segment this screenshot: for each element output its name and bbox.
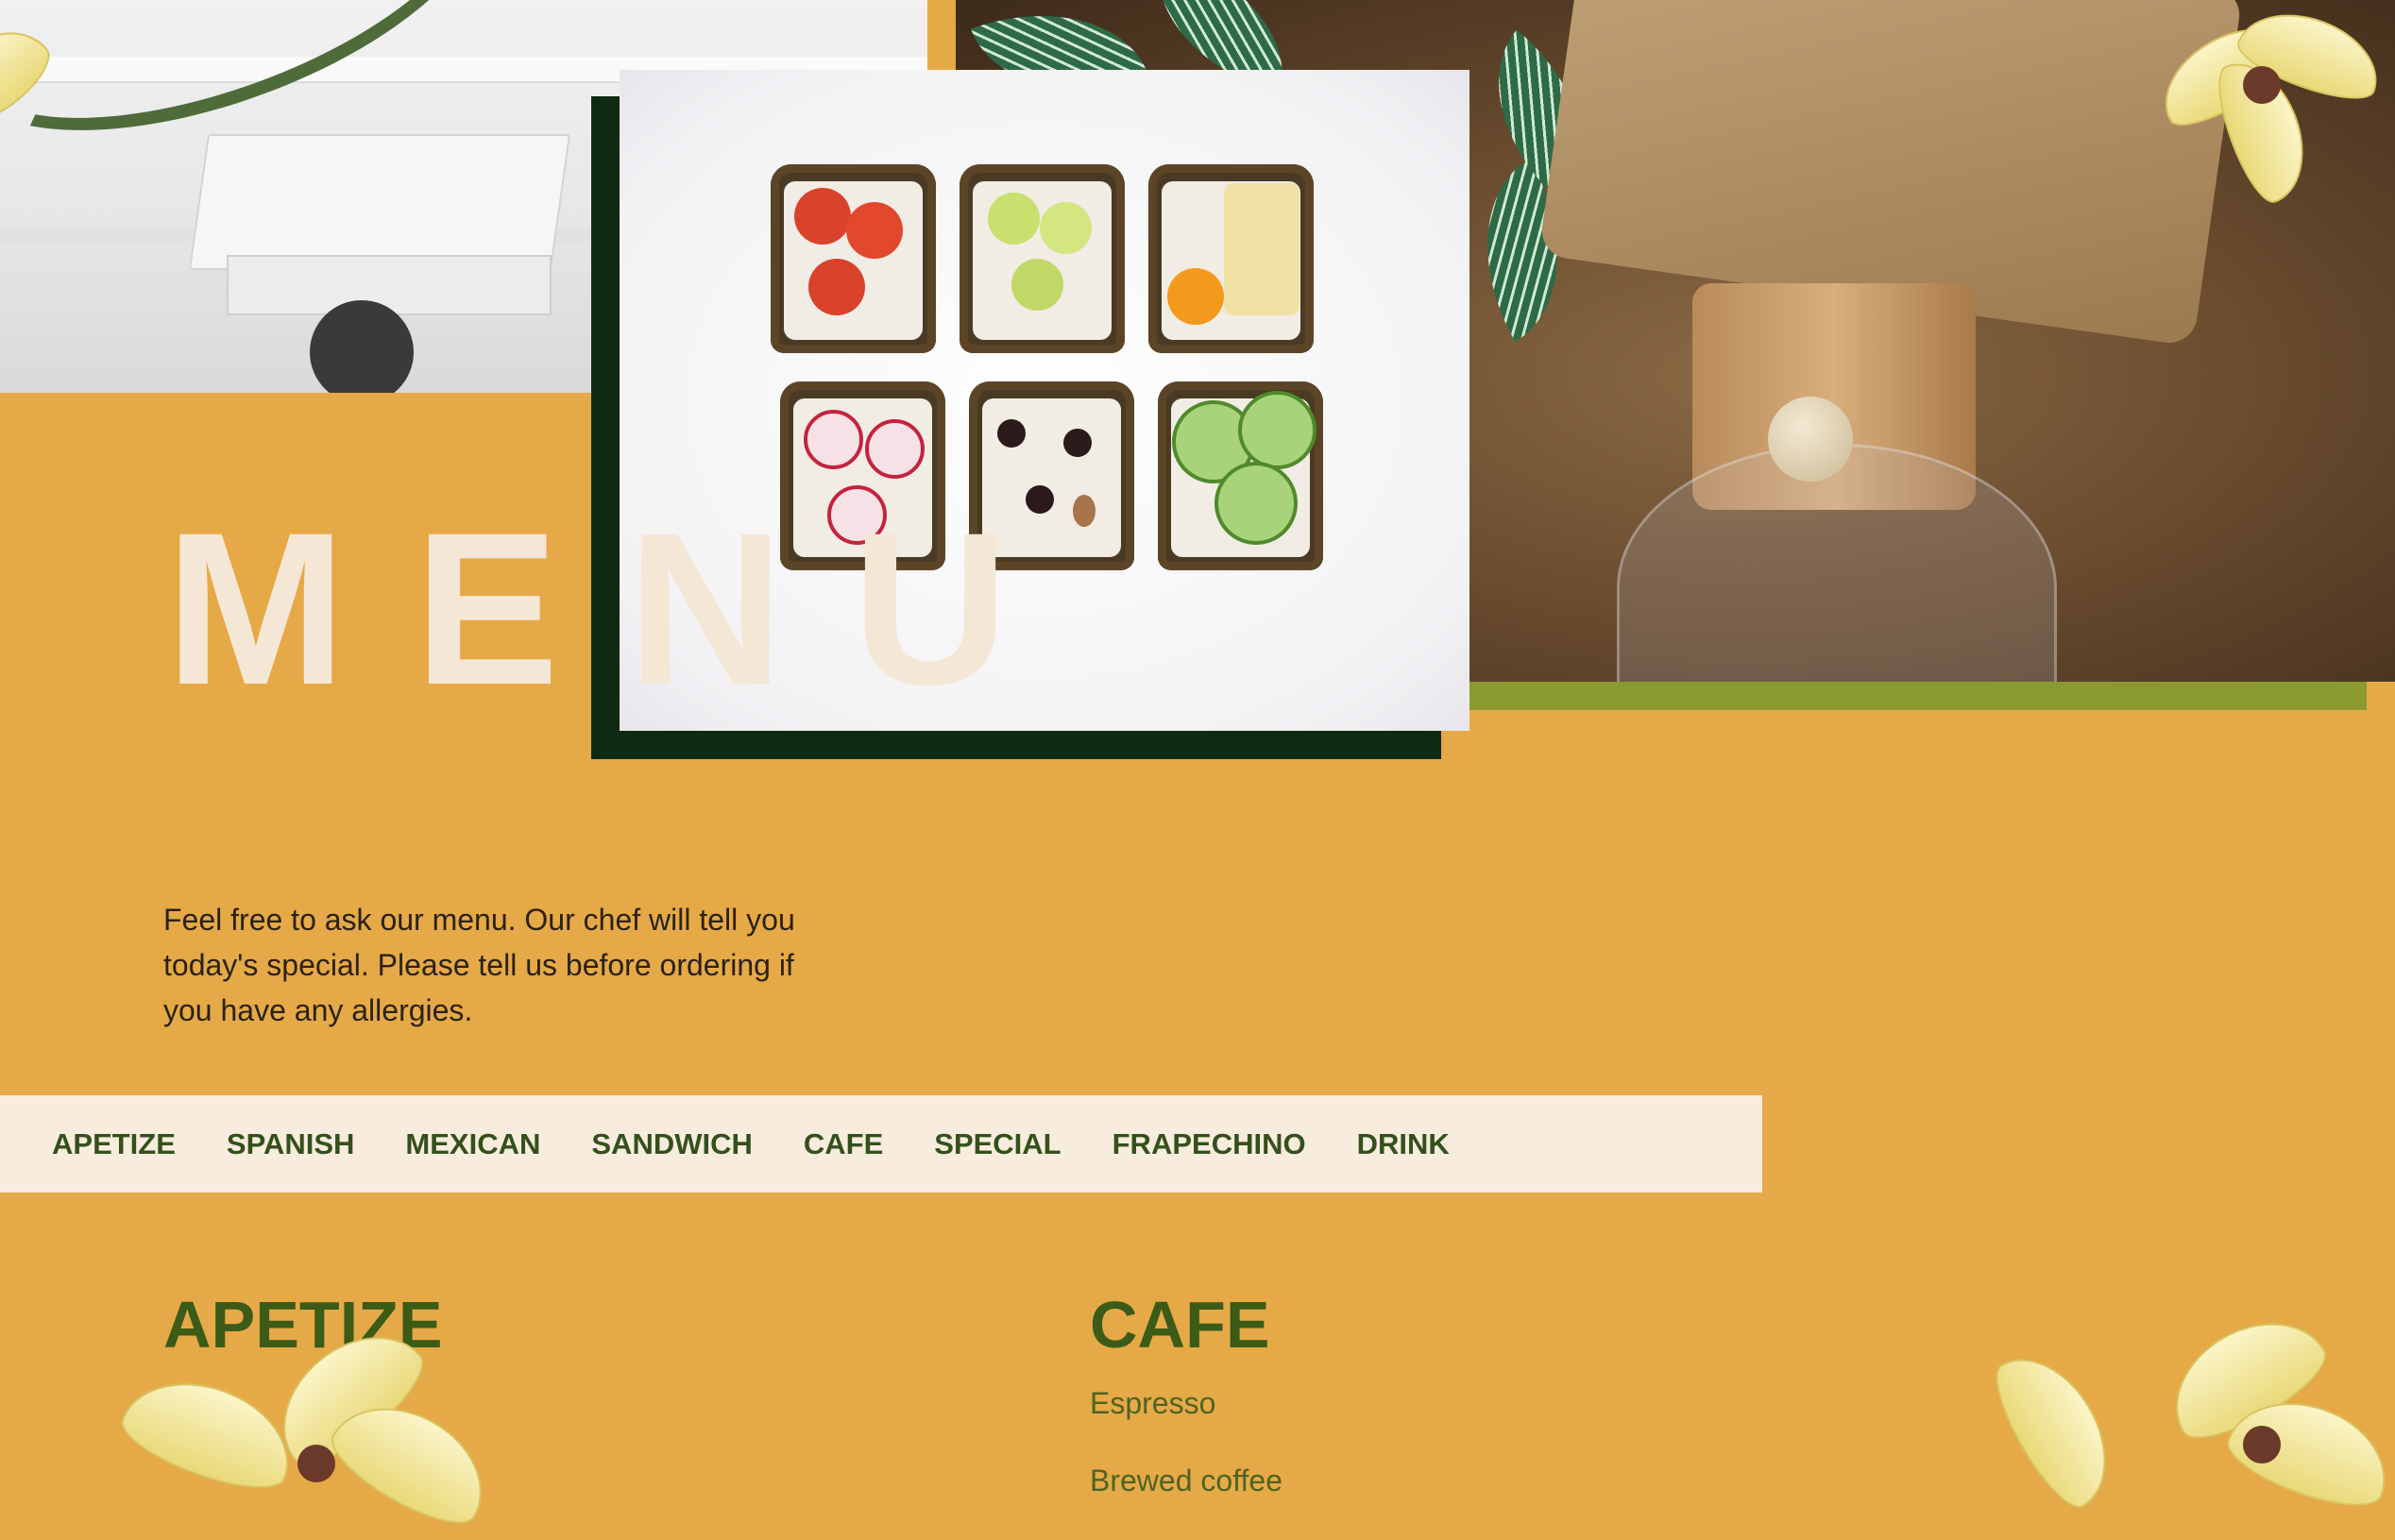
cafe-section: CAFE Espresso Brewed coffee <box>1090 1288 1282 1498</box>
page-title: MENU <box>165 487 1078 730</box>
menu-item: Espresso <box>1090 1386 1216 1420</box>
tab-drink[interactable]: DRINK <box>1357 1127 1450 1161</box>
lily-decoration-bottom-left <box>94 1308 529 1540</box>
tab-sandwich[interactable]: SANDWICH <box>591 1127 753 1161</box>
lily-decoration-bottom-right <box>1974 1295 2395 1521</box>
tab-mexican[interactable]: MEXICAN <box>405 1127 540 1161</box>
lily-decoration-top-right <box>2134 0 2395 211</box>
intro-text: Feel free to ask our menu. Our chef will… <box>163 903 795 1027</box>
menu-item: Brewed coffee <box>1090 1464 1282 1498</box>
tab-special[interactable]: SPECIAL <box>934 1127 1061 1161</box>
tab-apetize[interactable]: APETIZE <box>52 1127 176 1161</box>
accent-bar <box>1454 682 2367 710</box>
tab-spanish[interactable]: SPANISH <box>227 1127 355 1161</box>
lily-decoration-top-left <box>0 0 522 191</box>
tab-frapechino[interactable]: FRAPECHINO <box>1113 1127 1306 1161</box>
menu-category-nav: APETIZE SPANISH MEXICAN SANDWICH CAFE SPECIAL… <box>0 1095 1762 1193</box>
tab-cafe[interactable]: CAFE <box>804 1127 883 1161</box>
cafe-heading: CAFE <box>1090 1288 1270 1362</box>
